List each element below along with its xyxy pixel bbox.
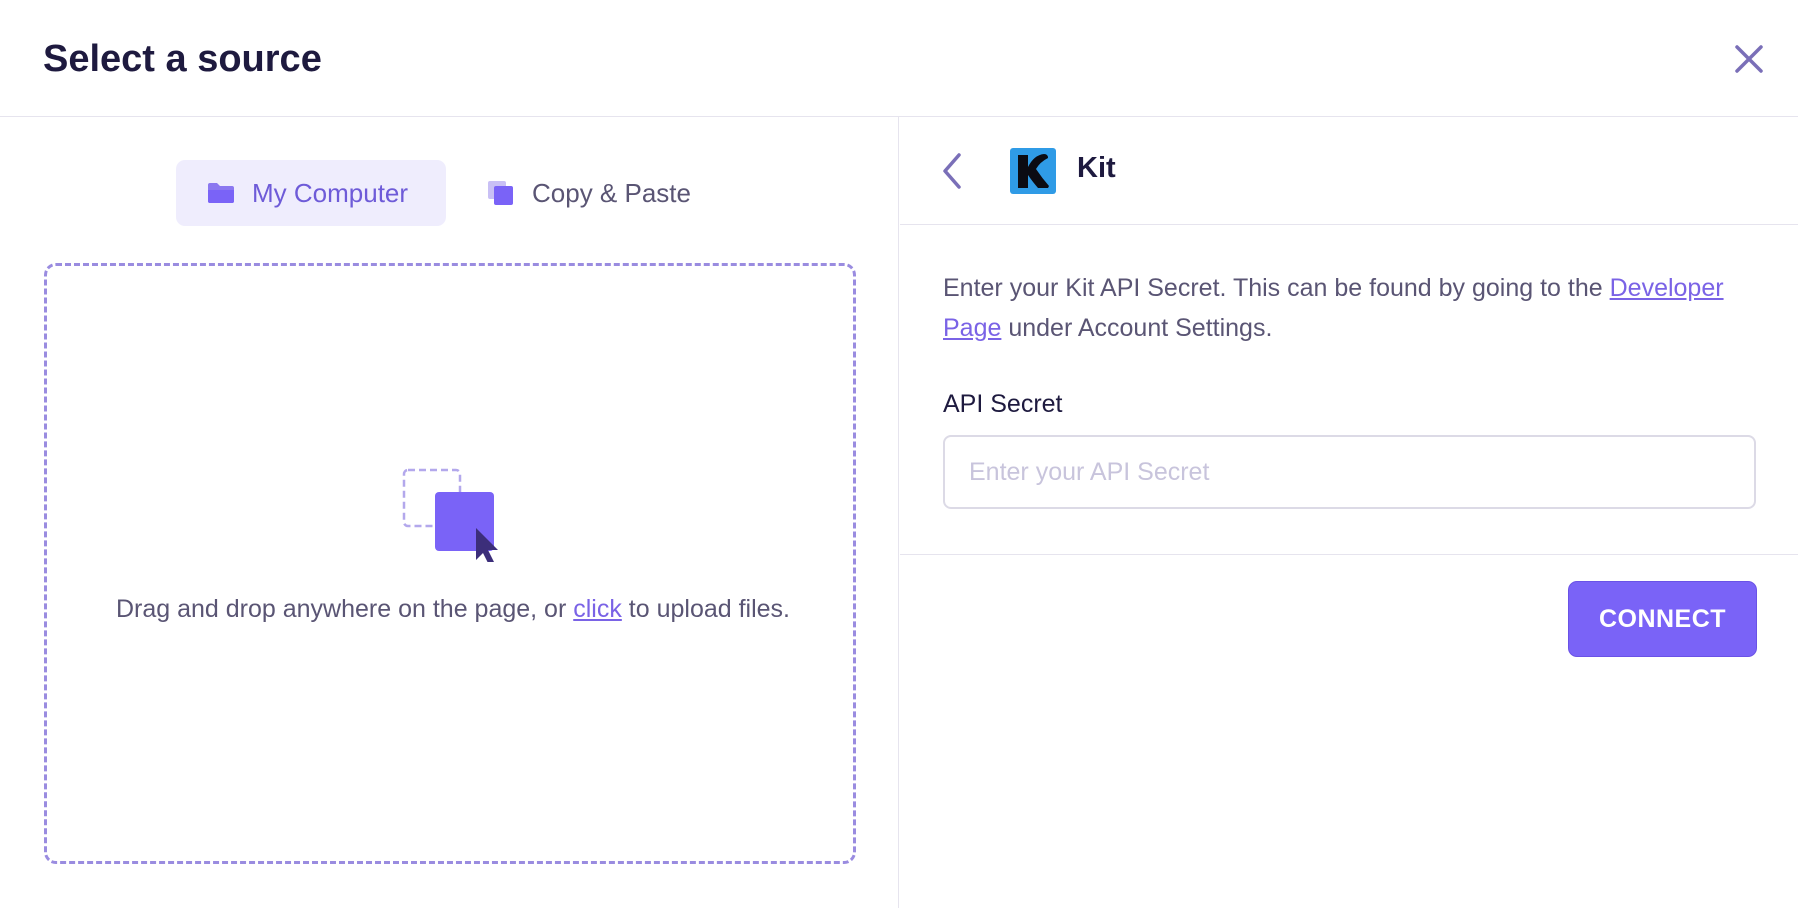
kit-logo-icon bbox=[1010, 148, 1056, 194]
api-secret-label: API Secret bbox=[943, 390, 1063, 418]
upload-illustration-icon bbox=[402, 468, 498, 562]
modal-title: Select a source bbox=[43, 38, 322, 80]
tab-my-computer[interactable]: My Computer bbox=[176, 160, 446, 226]
upload-pane: My Computer Copy & Paste Drag and drop a… bbox=[0, 117, 899, 908]
dropzone-instructions: Drag and drop anywhere on the page, or c… bbox=[115, 595, 791, 623]
tab-copy-paste[interactable]: Copy & Paste bbox=[476, 160, 726, 226]
integration-header: Kit bbox=[900, 117, 1798, 225]
close-icon bbox=[1735, 45, 1763, 73]
connect-button[interactable]: CONNECT bbox=[1568, 581, 1757, 657]
file-dropzone[interactable]: Drag and drop anywhere on the page, or c… bbox=[44, 263, 856, 864]
integration-description: Enter your Kit API Secret. This can be f… bbox=[943, 274, 1724, 342]
select-source-modal: Select a source My Computer Copy & Paste bbox=[0, 0, 1798, 908]
integration-form: Enter your Kit API Secret. This can be f… bbox=[900, 226, 1798, 555]
folder-icon bbox=[208, 183, 234, 203]
api-secret-input[interactable] bbox=[943, 435, 1756, 509]
tab-label: My Computer bbox=[252, 177, 409, 208]
chevron-left-icon bbox=[943, 153, 961, 189]
back-button[interactable] bbox=[937, 149, 967, 193]
copy-icon bbox=[488, 181, 513, 205]
click-to-upload-link[interactable]: click bbox=[573, 595, 622, 623]
integration-pane: Kit Enter your Kit API Secret. This can … bbox=[900, 117, 1798, 908]
integration-name: Kit bbox=[1077, 152, 1116, 184]
tab-label: Copy & Paste bbox=[532, 177, 691, 208]
modal-header: Select a source bbox=[0, 0, 1798, 117]
close-button[interactable] bbox=[1728, 38, 1770, 80]
